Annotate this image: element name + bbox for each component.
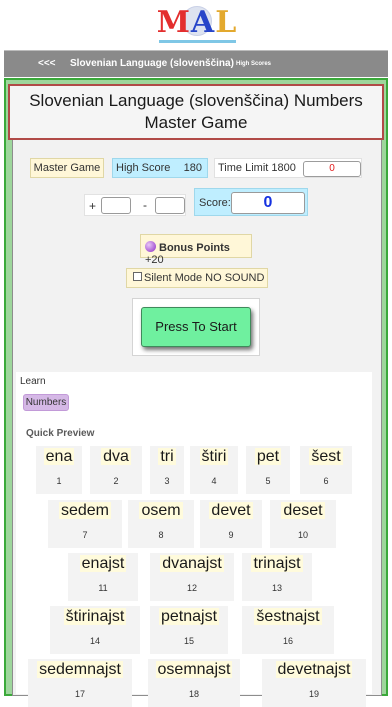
number-value: 6	[323, 476, 329, 486]
number-value: 3	[164, 476, 170, 486]
number-word: devetnajst	[275, 661, 353, 678]
high-score-value: 180	[183, 162, 202, 174]
number-word: sedemnajst	[37, 661, 123, 678]
number-tile[interactable]: osemnajst 18	[148, 659, 240, 707]
number-word: štiri	[199, 448, 229, 465]
high-score-badge: High Score 180	[112, 158, 208, 178]
number-value: 17	[74, 689, 85, 699]
score-box: Score: 0	[194, 188, 308, 216]
number-tile[interactable]: ena 1	[36, 446, 82, 494]
number-tile[interactable]: tri 3	[150, 446, 184, 494]
start-button-container: Press To Start	[132, 298, 260, 356]
number-tile[interactable]: šestnajst 16	[242, 606, 334, 654]
number-value: 8	[158, 530, 164, 540]
number-value: 14	[89, 636, 100, 646]
silent-mode-toggle[interactable]: Silent Mode NO SOUND	[126, 268, 268, 288]
number-tile[interactable]: osem 8	[128, 500, 194, 548]
time-field: 0	[303, 161, 361, 177]
number-value: 5	[265, 476, 271, 486]
silent-mode-label: Silent Mode NO SOUND	[144, 272, 265, 284]
number-tile[interactable]: sedemnajst 17	[28, 659, 132, 707]
number-word: pet	[254, 448, 282, 465]
number-tile[interactable]: petnajst 15	[150, 606, 228, 654]
number-value: 9	[228, 530, 234, 540]
number-word: sedem	[58, 502, 112, 519]
number-tile[interactable]: dvanajst 12	[150, 553, 234, 601]
number-value: 1	[56, 476, 62, 486]
number-value: 2	[113, 476, 119, 486]
number-tile[interactable]: deset 10	[270, 500, 336, 548]
number-word: ena	[43, 448, 75, 465]
learn-label: Learn	[20, 376, 46, 387]
minus-label: -	[143, 198, 147, 212]
nav-title-link[interactable]: Slovenian Language (slovenščina)	[70, 58, 234, 69]
number-value: 13	[271, 583, 282, 593]
number-tile[interactable]: štiri 4	[190, 446, 238, 494]
number-word: petnajst	[158, 608, 220, 625]
number-value: 7	[82, 530, 88, 540]
number-value: 15	[183, 636, 194, 646]
number-word: tri	[158, 448, 176, 465]
number-tile[interactable]: štirinajst 14	[50, 606, 140, 654]
number-tile[interactable]: dva 2	[90, 446, 142, 494]
score-label: Score:	[199, 197, 231, 209]
number-tile[interactable]: trinajst 13	[242, 553, 312, 601]
bonus-value: +20	[145, 254, 164, 266]
quick-preview-label: Quick Preview	[26, 428, 95, 439]
logo-underline	[159, 40, 236, 43]
high-scores-link[interactable]: High Scores	[236, 61, 271, 67]
number-word: osemnajst	[155, 661, 233, 678]
score-field: 0	[231, 192, 305, 214]
number-value: 10	[297, 530, 308, 540]
number-value: 12	[186, 583, 197, 593]
app-logo[interactable]: MAL	[154, 4, 240, 42]
back-link[interactable]: <<<	[38, 58, 56, 69]
number-word: dva	[101, 448, 131, 465]
number-value: 18	[188, 689, 199, 699]
number-tile[interactable]: devetnajst 19	[262, 659, 366, 707]
time-limit-label: Time Limit 1800	[218, 162, 296, 174]
number-word: devet	[209, 502, 253, 519]
number-value: 4	[211, 476, 217, 486]
number-word: osem	[139, 502, 183, 519]
start-button[interactable]: Press To Start	[141, 307, 251, 347]
number-tile[interactable]: šest 6	[300, 446, 352, 494]
number-word: štirinajst	[63, 608, 127, 625]
plus-label: +	[89, 199, 97, 213]
numbers-tag[interactable]: Numbers	[23, 394, 69, 411]
number-tile[interactable]: devet 9	[200, 500, 262, 548]
number-word: šestnajst	[254, 608, 322, 625]
number-word: deset	[281, 502, 325, 519]
number-word: šest	[309, 448, 343, 465]
bonus-label: Bonus Points	[159, 242, 230, 254]
number-word: enajst	[79, 555, 127, 572]
number-tile[interactable]: sedem 7	[48, 500, 122, 548]
bonus-points-badge: Bonus Points +20	[140, 234, 252, 266]
number-word: trinajst	[251, 555, 303, 572]
plus-field[interactable]	[101, 197, 131, 214]
number-value: 19	[308, 689, 319, 699]
number-tile[interactable]: pet 5	[246, 446, 290, 494]
minus-field[interactable]	[155, 197, 185, 214]
nav-bar: <<< Slovenian Language (slovenščina) Hig…	[4, 50, 388, 77]
number-value: 16	[282, 636, 293, 646]
number-tile[interactable]: enajst 11	[68, 553, 138, 601]
plus-minus-box: + -	[84, 194, 186, 216]
master-game-label: Master Game	[30, 158, 104, 178]
page-title: Slovenian Language (slovenščina) Numbers…	[8, 84, 384, 140]
bonus-gem-icon	[145, 241, 156, 252]
high-score-label: High Score	[116, 162, 171, 174]
number-word: dvanajst	[160, 555, 224, 572]
time-limit-box: Time Limit 1800 0	[214, 158, 362, 178]
number-value: 11	[98, 583, 108, 593]
silent-mode-checkbox[interactable]	[133, 272, 142, 281]
app-header: MAL	[0, 0, 392, 48]
